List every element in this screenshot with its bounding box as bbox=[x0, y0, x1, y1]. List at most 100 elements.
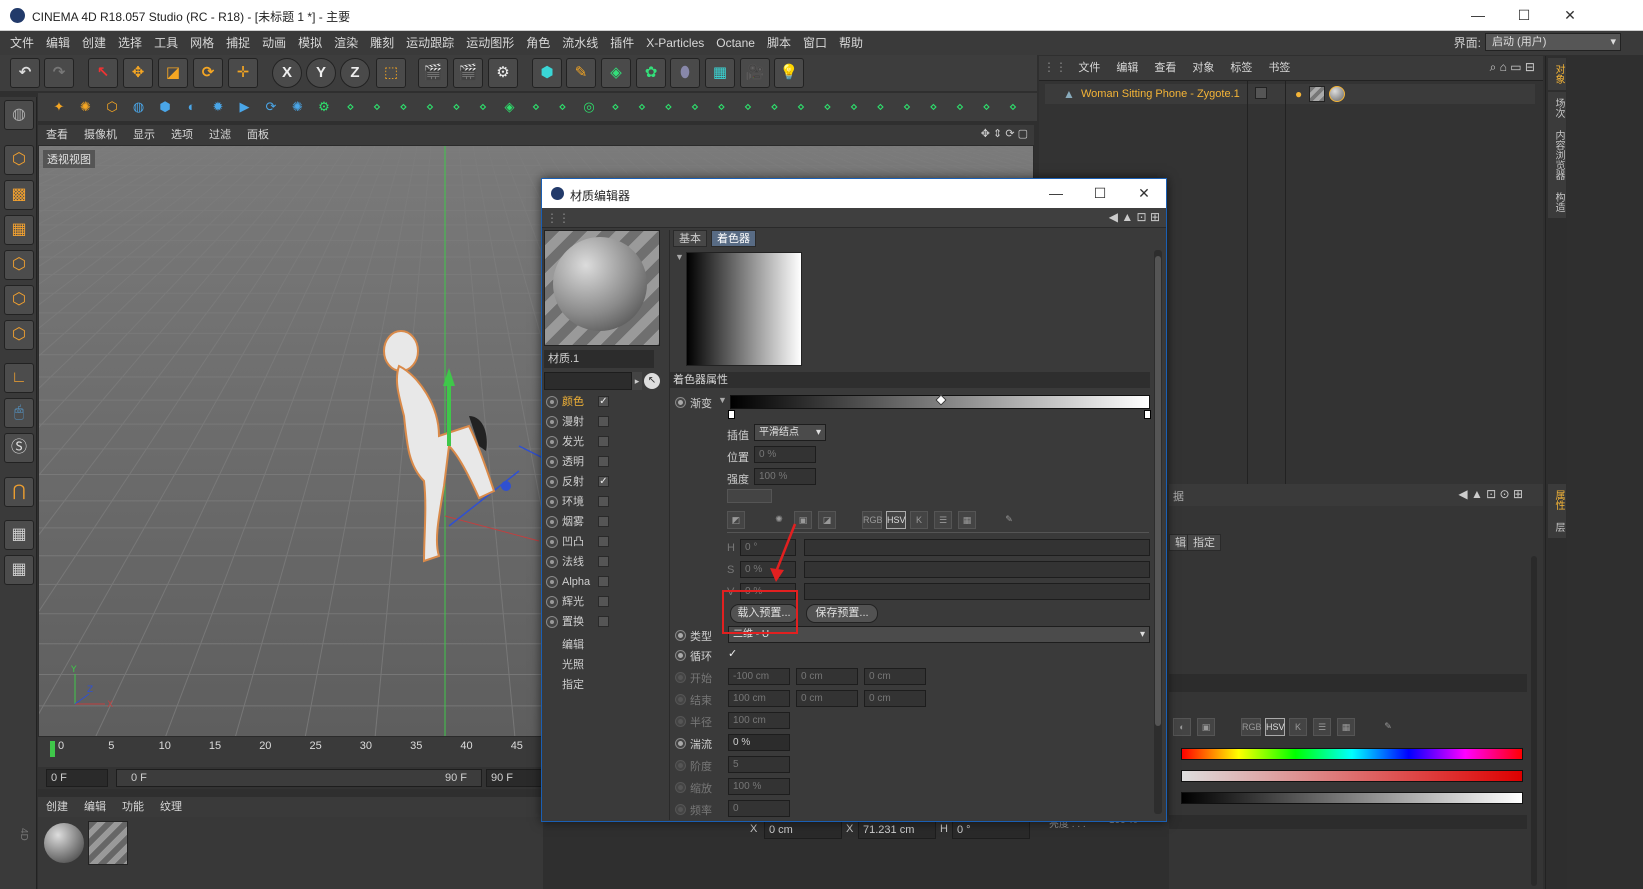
radius-field[interactable]: 100 cm bbox=[728, 712, 790, 729]
channel-checkbox[interactable] bbox=[598, 616, 609, 627]
layout-dropdown[interactable]: 启动 (用户) ▾ bbox=[1485, 33, 1621, 51]
viewport-menu-item-1[interactable]: 摄像机 bbox=[76, 125, 125, 145]
plugin-tool-icon[interactable]: ✦ bbox=[48, 96, 70, 118]
object-row[interactable]: ▲ Woman Sitting Phone - Zygote.1 ● bbox=[1045, 84, 1535, 104]
channel-row[interactable]: 置换 bbox=[546, 612, 666, 632]
coord-h-field[interactable]: 0 ° bbox=[952, 821, 1030, 839]
s-field[interactable]: 0 % bbox=[740, 561, 796, 578]
kelvin-button[interactable]: K bbox=[910, 511, 928, 529]
visibility-toggle-icon[interactable] bbox=[1255, 87, 1267, 99]
menu-item-13[interactable]: 角色 bbox=[520, 31, 556, 55]
coord-x-field[interactable]: 0 cm bbox=[764, 821, 842, 839]
timeline[interactable]: 0 5 10 15 20 25 30 35 40 45 bbox=[38, 737, 543, 767]
swatches-icon[interactable]: ▦ bbox=[958, 511, 976, 529]
plugin-tool-icon[interactable]: ⋄ bbox=[393, 96, 415, 118]
render-settings-icon[interactable]: ⚙ bbox=[488, 58, 518, 88]
turbulence-field[interactable]: 0 % bbox=[728, 734, 790, 751]
rgb-button[interactable]: RGB bbox=[1241, 718, 1262, 736]
plugin-tool-icon[interactable]: ◍ bbox=[128, 96, 150, 118]
menu-item-20[interactable]: 帮助 bbox=[833, 31, 869, 55]
coord-size-x-field[interactable]: 71.231 cm bbox=[858, 821, 936, 839]
spectrum-icon[interactable]: ◪ bbox=[818, 511, 836, 529]
start-x-field[interactable]: -100 cm bbox=[728, 668, 790, 685]
loop-anim-radio[interactable] bbox=[675, 650, 686, 661]
edges-mode-icon[interactable]: ⬡ bbox=[4, 285, 34, 315]
gradient-expand-icon[interactable]: ▼ bbox=[718, 395, 727, 405]
pen-spline-icon[interactable]: ✎ bbox=[566, 58, 596, 88]
channel-checkbox[interactable] bbox=[598, 556, 609, 567]
tab-basic[interactable]: 基本 bbox=[673, 230, 707, 247]
side-tab-layers[interactable]: 层 bbox=[1548, 516, 1566, 538]
octaves-anim-radio[interactable] bbox=[675, 760, 686, 771]
plugin-tool-icon[interactable]: ⋄ bbox=[817, 96, 839, 118]
object-menu-item-1[interactable]: 编辑 bbox=[1108, 56, 1146, 80]
interp-dropdown[interactable]: 平滑结点 ▾ bbox=[754, 424, 826, 441]
attr-tab-assign[interactable]: 指定 bbox=[1187, 534, 1221, 551]
channel-checkbox[interactable] bbox=[598, 436, 609, 447]
position-field[interactable]: 0 % bbox=[754, 446, 816, 463]
start-y-field[interactable]: 0 cm bbox=[796, 668, 858, 685]
channel-checkbox[interactable] bbox=[598, 596, 609, 607]
undo-icon[interactable]: ↶ bbox=[10, 58, 40, 88]
s-slider[interactable] bbox=[804, 561, 1150, 578]
editor-extra-item[interactable]: 光照 bbox=[562, 656, 584, 672]
menu-item-10[interactable]: 雕刻 bbox=[364, 31, 400, 55]
viewport-menu-item-2[interactable]: 显示 bbox=[125, 125, 163, 145]
material-thumbnail[interactable] bbox=[88, 821, 128, 865]
om-header-icons[interactable]: ⌕ ⌂ ▭ ⊟ bbox=[1490, 60, 1535, 75]
kelvin-button[interactable]: K bbox=[1289, 718, 1307, 736]
object-menu-item-0[interactable]: 文件 bbox=[1070, 56, 1108, 80]
hue-slider[interactable] bbox=[1181, 748, 1523, 760]
polygons-mode-icon[interactable]: ⬡ bbox=[4, 320, 34, 350]
hsv-button[interactable]: HSV bbox=[886, 511, 906, 529]
plugin-tool-icon[interactable]: ⋄ bbox=[790, 96, 812, 118]
color-wheel-icon[interactable]: ◐ bbox=[1173, 718, 1191, 736]
menu-item-3[interactable]: 选择 bbox=[112, 31, 148, 55]
side-tab-attributes[interactable]: 属性 bbox=[1548, 484, 1566, 516]
render-picture-viewer-icon[interactable]: 🎬 bbox=[453, 58, 483, 88]
menu-item-9[interactable]: 渲染 bbox=[328, 31, 364, 55]
plugin-tool-icon[interactable]: ⋄ bbox=[976, 96, 998, 118]
mixer-icon[interactable]: ☰ bbox=[1313, 718, 1331, 736]
maximize-button[interactable]: ☐ bbox=[1501, 0, 1547, 30]
make-editable-icon[interactable]: ◍ bbox=[4, 100, 34, 130]
plugin-tool-icon[interactable]: ⋄ bbox=[552, 96, 574, 118]
collapse-arrow-icon[interactable]: ▼ bbox=[675, 252, 684, 262]
material-tag-icon[interactable] bbox=[1309, 86, 1325, 102]
plugin-tool-icon[interactable]: ⋄ bbox=[366, 96, 388, 118]
planar-workplane-icon[interactable]: ▦ bbox=[4, 555, 34, 585]
model-mode-icon[interactable]: ⬡ bbox=[4, 145, 34, 175]
plugin-tool-icon[interactable]: ⋄ bbox=[684, 96, 706, 118]
solo-icon[interactable]: Ⓢ bbox=[4, 433, 34, 463]
channel-row[interactable]: 环境 bbox=[546, 492, 666, 512]
pointer-icon[interactable]: ↖ bbox=[644, 373, 660, 389]
value-slider[interactable] bbox=[1181, 792, 1523, 804]
scale-tool-icon[interactable]: ◪ bbox=[158, 58, 188, 88]
menu-item-19[interactable]: 窗口 bbox=[797, 31, 833, 55]
select-tool-icon[interactable]: ↖ bbox=[88, 58, 118, 88]
gradient-knot-start[interactable] bbox=[728, 410, 735, 419]
type-anim-radio[interactable] bbox=[675, 630, 686, 641]
cube-primitive-icon[interactable]: ⬢ bbox=[532, 58, 562, 88]
object-menu-item-2[interactable]: 查看 bbox=[1146, 56, 1184, 80]
v-slider[interactable] bbox=[804, 583, 1150, 600]
axis-mode-icon[interactable]: ∟ bbox=[4, 363, 34, 393]
plugin-tool-icon[interactable]: ⋄ bbox=[446, 96, 468, 118]
side-tab-content-browser[interactable]: 内容浏览器 bbox=[1548, 124, 1566, 186]
material-tag-sphere-icon[interactable] bbox=[1329, 86, 1345, 102]
knot-color-swatch[interactable] bbox=[727, 489, 772, 503]
dialog-maximize-button[interactable]: ☐ bbox=[1078, 179, 1122, 208]
playhead[interactable] bbox=[50, 741, 55, 757]
menu-item-17[interactable]: Octane bbox=[710, 31, 761, 55]
saturation-slider[interactable] bbox=[1181, 770, 1523, 782]
object-name[interactable]: Woman Sitting Phone - Zygote.1 bbox=[1081, 88, 1240, 100]
tweak-mode-icon[interactable]: 🖱 bbox=[4, 398, 34, 428]
editor-extra-item[interactable]: 编辑 bbox=[562, 636, 584, 652]
workplane-icon[interactable]: ▦ bbox=[4, 215, 34, 245]
plugin-tool-icon[interactable]: ⋄ bbox=[843, 96, 865, 118]
eyedropper-icon[interactable]: ✎ bbox=[1000, 511, 1018, 529]
freq-field[interactable]: 0 bbox=[728, 800, 790, 817]
plugin-tool-icon[interactable]: ⋄ bbox=[631, 96, 653, 118]
spectrum-icon[interactable]: ▦ bbox=[1337, 718, 1355, 736]
y-axis-button[interactable]: Y bbox=[306, 58, 336, 88]
